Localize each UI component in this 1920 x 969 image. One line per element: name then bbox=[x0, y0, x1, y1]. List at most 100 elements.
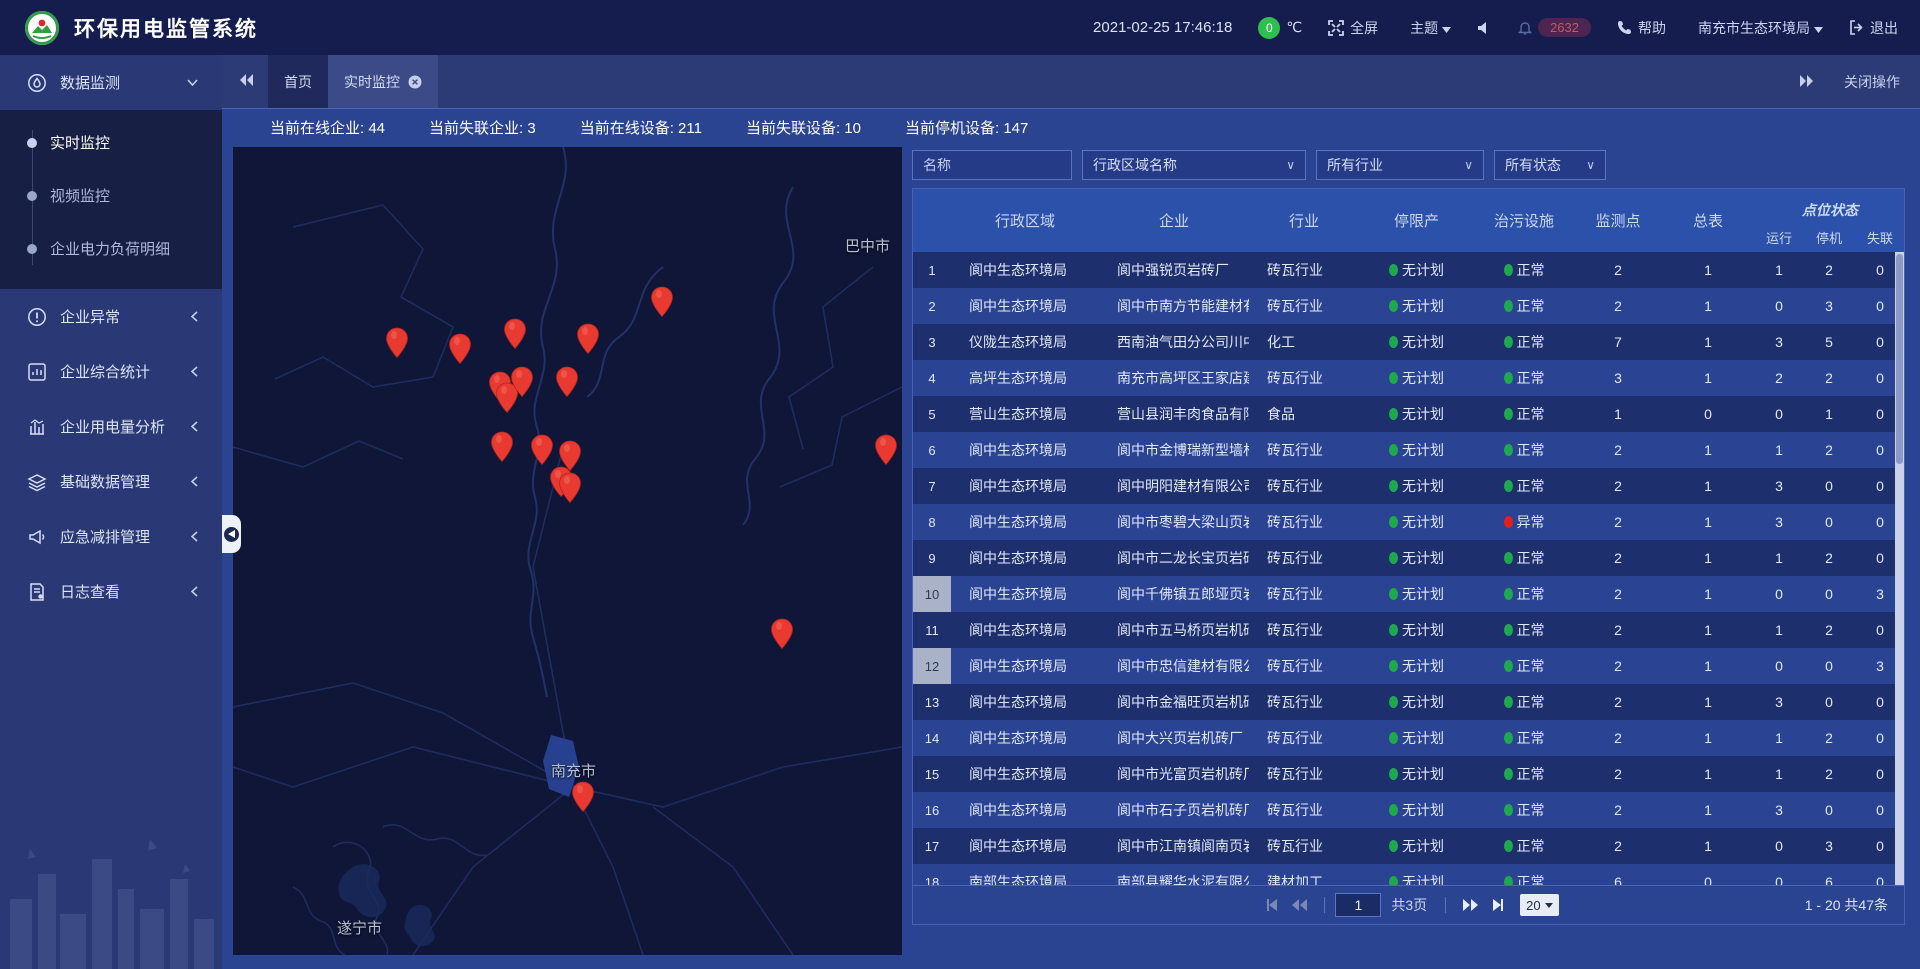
table-row[interactable]: 1阆中生态环境局阆中强锐页岩砖厂砖瓦行业无计划正常21120 bbox=[913, 252, 1904, 288]
table-row[interactable]: 10阆中生态环境局阆中千佛镇五郎垭页岩砖瓦行业无计划正常21003 bbox=[913, 576, 1904, 612]
cell-run-count: 3 bbox=[1754, 504, 1804, 540]
table-row[interactable]: 18南部生态环境局南部县耀华水泥有限公建材加工无计划正常60060 bbox=[913, 864, 1904, 885]
table-row[interactable]: 2阆中生态环境局阆中市南方节能建材有砖瓦行业无计划正常21030 bbox=[913, 288, 1904, 324]
cell-company: 阆中明阳建材有限公司 bbox=[1099, 468, 1249, 504]
sidebar-item-label: 数据监测 bbox=[60, 72, 120, 93]
sidebar-item-2[interactable]: 企业综合统计 bbox=[0, 344, 222, 399]
cell-industry: 建材加工 bbox=[1249, 864, 1359, 885]
map-pin-icon[interactable] bbox=[555, 366, 579, 398]
bullet-dot-icon bbox=[27, 138, 37, 148]
map-pin-icon[interactable] bbox=[503, 318, 527, 350]
table-row[interactable]: 8阆中生态环境局阆中市枣碧大梁山页岩砖瓦行业无计划异常21300 bbox=[913, 504, 1904, 540]
sidebar-subitem-0-1[interactable]: 视频监控 bbox=[0, 169, 222, 222]
table-row[interactable]: 5营山生态环境局营山县润丰肉食品有限食品无计划正常10010 bbox=[913, 396, 1904, 432]
table-row[interactable]: 9阆中生态环境局阆中市二龙长宝页岩砖砖瓦行业无计划正常21120 bbox=[913, 540, 1904, 576]
cell-region: 阆中生态环境局 bbox=[951, 468, 1099, 504]
tabs-scroll-left-button[interactable] bbox=[240, 73, 254, 91]
table-row[interactable]: 14阆中生态环境局阆中大兴页岩机砖厂砖瓦行业无计划正常21120 bbox=[913, 720, 1904, 756]
cell-stop-count: 6 bbox=[1804, 864, 1854, 885]
table-row[interactable]: 6阆中生态环境局阆中市金博瑞新型墙材砖瓦行业无计划正常21120 bbox=[913, 432, 1904, 468]
map-pin-icon[interactable] bbox=[490, 431, 514, 463]
sidebar-item-4[interactable]: 基础数据管理 bbox=[0, 454, 222, 509]
column-header-1: 企业 bbox=[1099, 189, 1249, 252]
map-pin-icon[interactable] bbox=[874, 434, 898, 466]
map-pin-icon[interactable] bbox=[571, 781, 595, 813]
cell-meter-count: 1 bbox=[1662, 540, 1754, 576]
sidebar-collapse-handle[interactable] bbox=[222, 515, 241, 553]
tab-home[interactable]: 首页 bbox=[268, 55, 328, 108]
table-row[interactable]: 7阆中生态环境局阆中明阳建材有限公司砖瓦行业无计划正常21300 bbox=[913, 468, 1904, 504]
table-row[interactable]: 12阆中生态环境局阆中市忠信建材有限公砖瓦行业无计划正常21003 bbox=[913, 648, 1904, 684]
last-page-button[interactable] bbox=[1492, 899, 1505, 911]
facility-status: 正常 bbox=[1504, 872, 1545, 885]
map-pin-icon[interactable] bbox=[770, 618, 794, 650]
sidebar-item-5[interactable]: 应急减排管理 bbox=[0, 509, 222, 564]
cell-region: 阆中生态环境局 bbox=[951, 252, 1099, 288]
close-operations-button[interactable]: 关闭操作 bbox=[1844, 72, 1900, 92]
industry-select[interactable]: 所有行业 ∨ bbox=[1316, 150, 1484, 180]
map-pin-icon[interactable] bbox=[576, 323, 600, 355]
cell-region: 阆中生态环境局 bbox=[951, 576, 1099, 612]
table-row[interactable]: 13阆中生态环境局阆中市金福旺页岩机砖砖瓦行业无计划正常21300 bbox=[913, 684, 1904, 720]
tab-realtime-monitor[interactable]: 实时监控 bbox=[328, 55, 438, 108]
cell-run-count: 1 bbox=[1754, 432, 1804, 468]
sidebar-subitem-0-0[interactable]: 实时监控 bbox=[0, 116, 222, 169]
column-header-0: 行政区域 bbox=[951, 189, 1099, 252]
map-pin-icon[interactable] bbox=[558, 472, 582, 504]
map-pin-icon[interactable] bbox=[650, 286, 674, 318]
table-row[interactable]: 15阆中生态环境局阆中市光富页岩机砖厂砖瓦行业无计划正常21120 bbox=[913, 756, 1904, 792]
chevron-left-icon bbox=[191, 586, 198, 597]
map-pin-icon[interactable] bbox=[530, 434, 554, 466]
sub-column-header-1: 停机 bbox=[1804, 222, 1854, 252]
cell-run-count: 3 bbox=[1754, 792, 1804, 828]
name-filter-input[interactable] bbox=[923, 157, 1061, 173]
facility-status: 正常 bbox=[1504, 800, 1545, 820]
table-row[interactable]: 16阆中生态环境局阆中市石子页岩机砖厂砖瓦行业无计划正常21300 bbox=[913, 792, 1904, 828]
map-pin-icon[interactable] bbox=[448, 333, 472, 365]
logout-button[interactable]: 退出 bbox=[1849, 18, 1898, 38]
cell-industry: 砖瓦行业 bbox=[1249, 468, 1359, 504]
notifications[interactable]: 2632 bbox=[1518, 18, 1591, 37]
theme-menu[interactable]: 主题 bbox=[1404, 18, 1451, 38]
stat-item-3: 当前失联设备: 10 bbox=[746, 117, 861, 138]
table-row[interactable]: 3仪陇生态环境局西南油气田分公司川中化工无计划正常71350 bbox=[913, 324, 1904, 360]
phone-icon bbox=[1617, 20, 1632, 35]
table-row[interactable]: 4高坪生态环境局南充市高坪区王家店建砖瓦行业无计划正常31220 bbox=[913, 360, 1904, 396]
sidebar-subitem-0-2[interactable]: 企业电力负荷明细 bbox=[0, 222, 222, 275]
city-label: 巴中市 bbox=[845, 235, 890, 256]
sidebar-item-1[interactable]: 企业异常 bbox=[0, 289, 222, 344]
cell-stop-count: 0 bbox=[1804, 576, 1854, 612]
org-menu[interactable]: 南充市生态环境局 bbox=[1692, 18, 1823, 38]
table-row[interactable]: 17阆中生态环境局阆中市江南镇阆南页岩砖瓦行业无计划正常21030 bbox=[913, 828, 1904, 864]
fullscreen-button[interactable]: 全屏 bbox=[1328, 18, 1378, 38]
cell-monitor-count: 2 bbox=[1574, 540, 1662, 576]
sidebar-item-6[interactable]: 日志查看 bbox=[0, 564, 222, 619]
table-row[interactable]: 11阆中生态环境局阆中市五马桥页岩机砖砖瓦行业无计划正常21120 bbox=[913, 612, 1904, 648]
map-pin-icon[interactable] bbox=[385, 327, 409, 359]
page-size-select[interactable]: 20 bbox=[1520, 894, 1558, 916]
table-scrollbar[interactable] bbox=[1895, 252, 1904, 885]
cell-run-count: 1 bbox=[1754, 720, 1804, 756]
scrollbar-thumb[interactable] bbox=[1896, 254, 1903, 464]
tab-close-icon[interactable] bbox=[408, 75, 422, 89]
page-title: 环保用电监管系统 bbox=[74, 13, 258, 43]
page-number-input[interactable] bbox=[1335, 893, 1381, 917]
next-page-button[interactable] bbox=[1463, 899, 1478, 911]
sidebar-item-0[interactable]: 数据监测 bbox=[0, 55, 222, 110]
map-panel[interactable]: 巴中市南充市遂宁市 bbox=[233, 147, 902, 955]
prev-page-button[interactable] bbox=[1292, 899, 1307, 911]
tabs-scroll-right-button[interactable] bbox=[1800, 74, 1814, 90]
name-filter-field[interactable] bbox=[912, 150, 1072, 180]
region-select[interactable]: 行政区域名称 ∨ bbox=[1082, 150, 1306, 180]
cell-stop-count: 2 bbox=[1804, 432, 1854, 468]
first-page-button[interactable] bbox=[1265, 899, 1278, 911]
help-button[interactable]: 帮助 bbox=[1617, 18, 1666, 38]
sidebar-item-3[interactable]: 企业用电量分析 bbox=[0, 399, 222, 454]
cell-region: 阆中生态环境局 bbox=[951, 792, 1099, 828]
sound-toggle[interactable] bbox=[1477, 21, 1492, 35]
limit-status: 无计划 bbox=[1389, 872, 1444, 885]
status-select[interactable]: 所有状态 ∨ bbox=[1494, 150, 1606, 180]
map-pin-icon[interactable] bbox=[510, 366, 534, 398]
chevron-left-icon bbox=[191, 421, 198, 432]
sidebar-subitem-label: 企业电力负荷明细 bbox=[50, 238, 170, 259]
